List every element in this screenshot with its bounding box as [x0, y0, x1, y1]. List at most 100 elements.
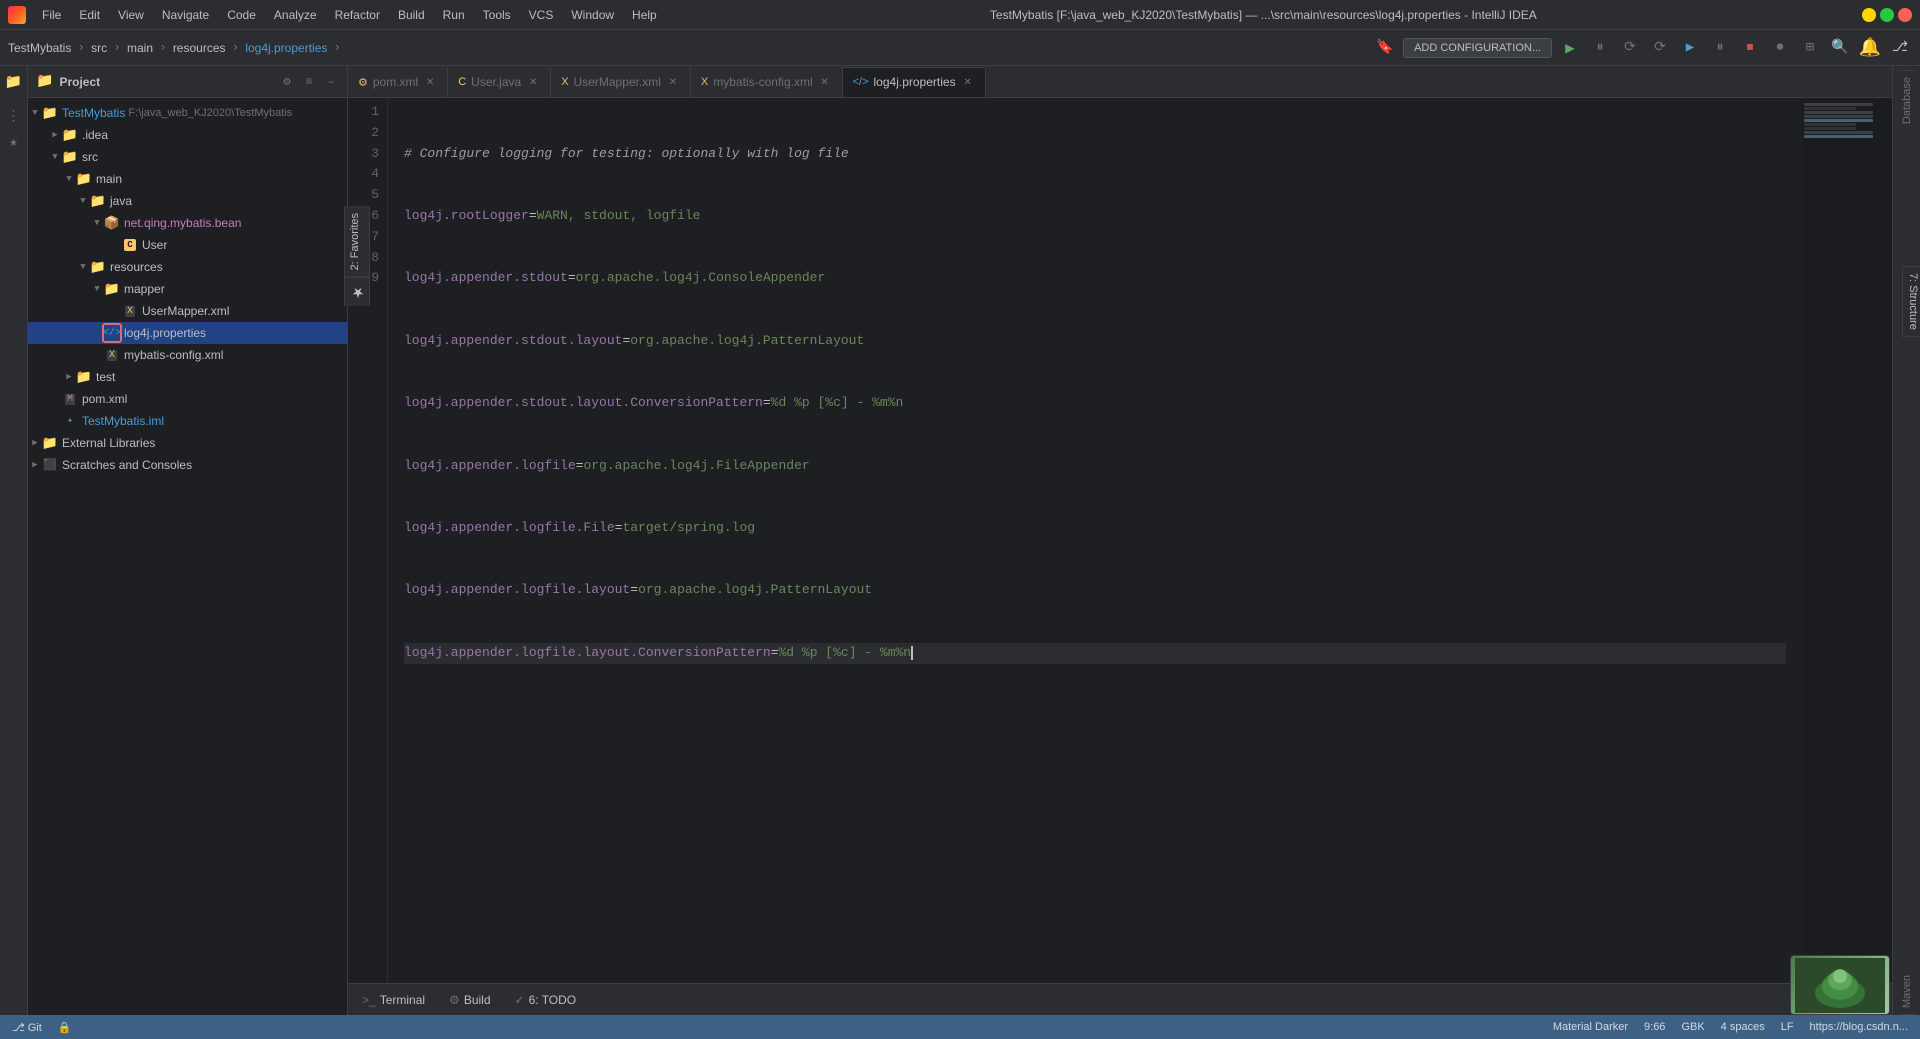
layout-button[interactable]: ⊞ [1798, 36, 1822, 60]
search-everywhere-button[interactable]: 🔍 [1828, 36, 1852, 60]
menu-view[interactable]: View [110, 5, 152, 25]
tree-item-src[interactable]: ▼ 📁 src [28, 146, 347, 168]
notifications-button[interactable]: 🔔 [1858, 36, 1882, 60]
tab-user-java[interactable]: C User.java ✕ [448, 67, 551, 97]
properties-icon-log4j: </> [104, 325, 120, 341]
menu-analyze[interactable]: Analyze [266, 5, 325, 25]
bookmark-icon[interactable]: 🔖 [1373, 36, 1397, 60]
tab-label-mybatis: mybatis-config.xml [713, 75, 812, 89]
database-icon[interactable]: Database [1897, 70, 1917, 130]
menu-run[interactable]: Run [435, 5, 473, 25]
build-button[interactable]: ⟳ [1618, 36, 1642, 60]
breadcrumb-log4j[interactable]: log4j.properties [245, 41, 327, 55]
code-line-3: log4j.appender.stdout=org.apache.log4j.C… [404, 268, 1786, 289]
structure-tab[interactable]: 7: Structure [1902, 266, 1920, 337]
tree-item-log4j[interactable]: </> log4j.properties [28, 322, 347, 344]
menu-refactor[interactable]: Refactor [327, 5, 388, 25]
project-collapse-icon[interactable]: – [323, 74, 339, 90]
run-button[interactable]: ▶ [1558, 36, 1582, 60]
tree-item-test[interactable]: ▶ 📁 test [28, 366, 347, 388]
breadcrumb-src[interactable]: src [91, 41, 107, 55]
tab-log4j-properties[interactable]: </> log4j.properties ✕ [843, 67, 986, 97]
git-branch-button[interactable]: ⎇ [1888, 36, 1912, 60]
favorites-tab[interactable]: 2: Favorites [344, 206, 370, 277]
indent-status[interactable]: 4 spaces [1717, 1021, 1769, 1033]
project-options-icon[interactable]: ≡ [301, 74, 317, 90]
tree-item-usermapper-xml[interactable]: X UserMapper.xml [28, 300, 347, 322]
side-icons-left: 📁 ⋮ ★ [0, 66, 28, 1015]
tab-close-user[interactable]: ✕ [526, 75, 540, 89]
lf-status[interactable]: LF [1777, 1021, 1798, 1033]
menu-tools[interactable]: Tools [475, 5, 519, 25]
maven-icon[interactable]: Maven [1897, 969, 1917, 1015]
project-view-icon[interactable]: 📁 [2, 70, 26, 94]
menu-window[interactable]: Window [563, 5, 622, 25]
pause-button[interactable]: ⏸ [1708, 36, 1732, 60]
project-settings-icon[interactable]: ⚙ [279, 74, 295, 90]
minimize-button[interactable]: — [1862, 8, 1876, 22]
position-status[interactable]: 9:66 [1640, 1021, 1669, 1033]
bookmarks-icon[interactable]: ★ [2, 130, 26, 154]
tree-item-idea[interactable]: ▶ 📁 .idea [28, 124, 347, 146]
tree-item-resources[interactable]: ▼ 📁 resources [28, 256, 347, 278]
close-button[interactable]: ✕ [1898, 8, 1912, 22]
tree-item-java[interactable]: ▼ 📁 java [28, 190, 347, 212]
tree-item-iml[interactable]: ✦ TestMybatis.iml [28, 410, 347, 432]
menu-build[interactable]: Build [390, 5, 433, 25]
tree-item-user-class[interactable]: C User [28, 234, 347, 256]
menu-navigate[interactable]: Navigate [154, 5, 217, 25]
mini-line-2 [1804, 107, 1856, 110]
tree-item-main[interactable]: ▼ 📁 main [28, 168, 347, 190]
terminal-label: Terminal [380, 993, 425, 1007]
build-tab[interactable]: ⚙ Build [443, 989, 496, 1011]
menu-file[interactable]: File [34, 5, 69, 25]
lock-icon[interactable]: 🔒 [54, 1021, 76, 1034]
tab-close-usermapper[interactable]: ✕ [666, 75, 680, 89]
tab-icon-mybatis: X [701, 76, 708, 88]
menu-edit[interactable]: Edit [71, 5, 108, 25]
tree-item-external-libs[interactable]: ▶ 📁 External Libraries [28, 432, 347, 454]
menu-vcs[interactable]: VCS [521, 5, 562, 25]
editor-area: ⚙ pom.xml ✕ C User.java ✕ X UserMapper.x… [348, 66, 1892, 1015]
terminal-tab[interactable]: >_ Terminal [356, 989, 431, 1011]
maximize-button[interactable]: ⬜ [1880, 8, 1894, 22]
tab-icon-usermapper: X [561, 76, 568, 88]
folder-icon-testmybatis: 📁 [42, 105, 58, 121]
menu-help[interactable]: Help [624, 5, 665, 25]
code-editor[interactable]: # Configure logging for testing: optiona… [388, 98, 1802, 983]
tab-mybatis-config[interactable]: X mybatis-config.xml ✕ [691, 67, 843, 97]
tree-item-pom[interactable]: M pom.xml [28, 388, 347, 410]
theme-status[interactable]: Material Darker [1549, 1021, 1632, 1033]
url-status[interactable]: https://blog.csdn.n... [1806, 1021, 1912, 1033]
bookmarks-tab[interactable]: ★ [344, 277, 370, 306]
package-icon: 📦 [104, 215, 120, 231]
record-button[interactable]: ⏺ [1768, 36, 1792, 60]
debug-button[interactable]: ▶ [1678, 36, 1702, 60]
tree-item-mybatis-config[interactable]: X mybatis-config.xml [28, 344, 347, 366]
tab-usermapper-xml[interactable]: X UserMapper.xml ✕ [551, 67, 691, 97]
tab-pom-xml[interactable]: ⚙ pom.xml ✕ [348, 67, 448, 97]
tab-close-log4j[interactable]: ✕ [961, 75, 975, 89]
encoding-status[interactable]: GBK [1677, 1021, 1708, 1033]
tree-item-package[interactable]: ▼ 📦 net.qing.mybatis.bean [28, 212, 347, 234]
breadcrumb-resources[interactable]: resources [173, 41, 226, 55]
bottom-panel: >_ Terminal ⚙ Build ✓ 6: TODO [348, 983, 1892, 1015]
run-config-button[interactable]: ⏸ [1588, 36, 1612, 60]
menu-bar: File Edit View Navigate Code Analyze Ref… [34, 5, 665, 25]
vcs-status[interactable]: ⎇ Git [8, 1021, 46, 1034]
tab-close-pom[interactable]: ✕ [423, 75, 437, 89]
tree-item-mapper[interactable]: ▼ 📁 mapper [28, 278, 347, 300]
tab-close-mybatis[interactable]: ✕ [818, 75, 832, 89]
structure-icon[interactable]: ⋮ [2, 104, 26, 128]
add-configuration-button[interactable]: ADD CONFIGURATION... [1403, 38, 1552, 58]
tree-item-testmybatis[interactable]: ▼ 📁 TestMybatis F:\java_web_KJ2020\TestM… [28, 102, 347, 124]
folder-icon-java: 📁 [90, 193, 106, 209]
stop-button[interactable]: ⏹ [1738, 36, 1762, 60]
todo-tab[interactable]: ✓ 6: TODO [509, 989, 583, 1011]
menu-code[interactable]: Code [219, 5, 264, 25]
coverage-button[interactable]: ⟳ [1648, 36, 1672, 60]
code-line-6: log4j.appender.logfile=org.apache.log4j.… [404, 456, 1786, 477]
breadcrumb-main[interactable]: main [127, 41, 153, 55]
tree-item-scratches[interactable]: ▶ ⬛ Scratches and Consoles [28, 454, 347, 476]
breadcrumb-testmybatis[interactable]: TestMybatis [8, 41, 71, 55]
